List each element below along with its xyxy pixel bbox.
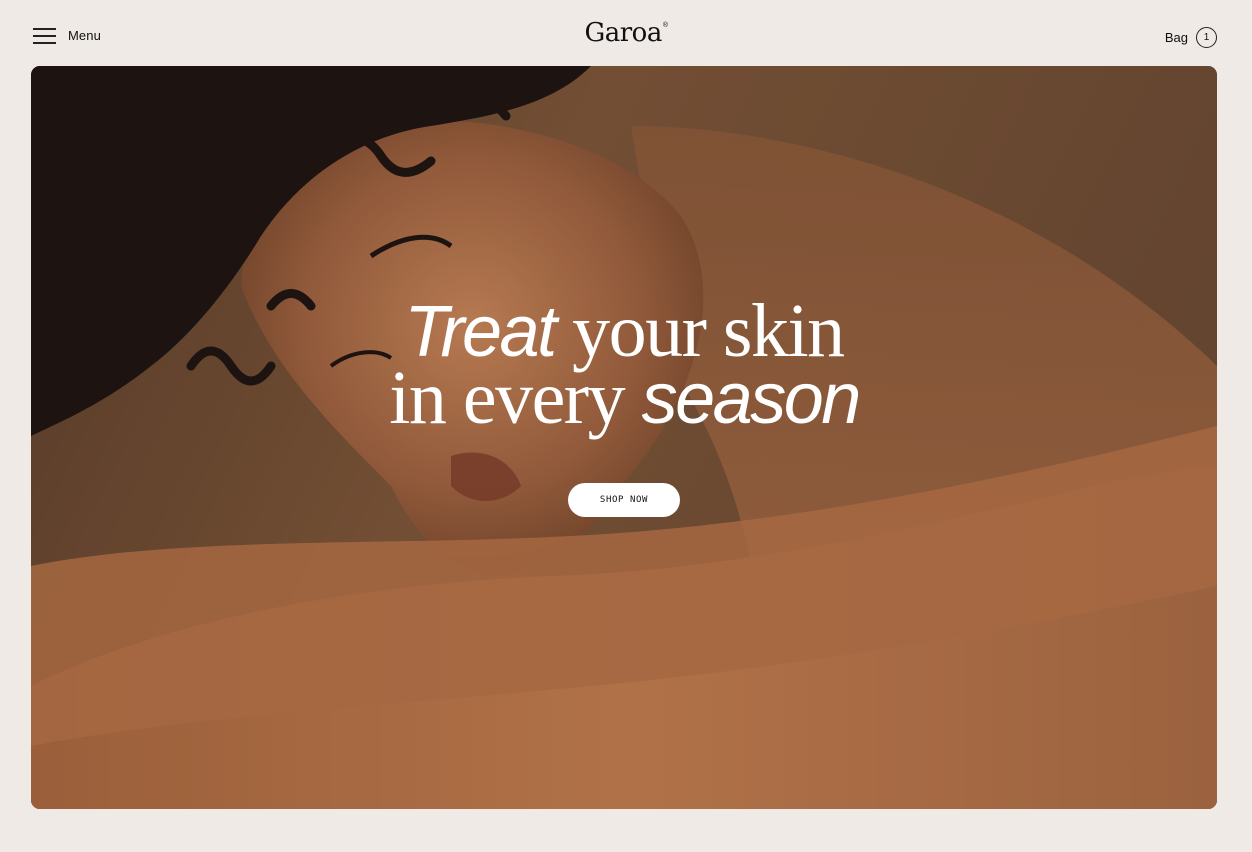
brand-logo[interactable]: Garoa® (0, 18, 1252, 48)
logo-text[interactable]: Garoa (584, 18, 662, 48)
bag-count-badge[interactable]: 1 (1196, 27, 1217, 48)
hero-headline: Treat your skin in every season (31, 293, 1217, 436)
headline-line-1: Treat your skin (31, 293, 1217, 369)
headline-line-2: in every season (31, 360, 1217, 436)
headline-word-season: season (641, 359, 862, 439)
shop-now-button[interactable]: SHOP NOW (568, 483, 680, 517)
hero-banner: Treat your skin in every season SHOP NOW (31, 66, 1217, 809)
bag-button[interactable]: Bag 1 (1165, 27, 1217, 48)
page-bottom-spacer (0, 809, 1252, 852)
registered-mark: ® (662, 22, 668, 29)
bag-label[interactable]: Bag (1165, 30, 1188, 45)
site-header: Menu Garoa® Bag 1 (0, 0, 1252, 66)
headline-line-2-start: in every (389, 356, 642, 440)
